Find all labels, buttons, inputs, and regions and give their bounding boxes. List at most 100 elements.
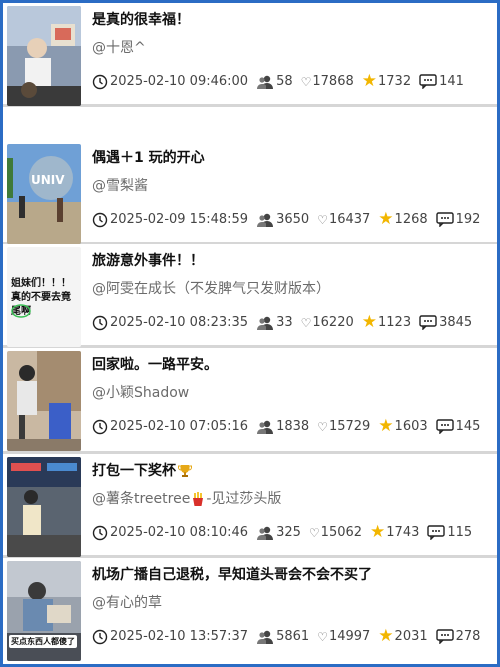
post-author[interactable]: @有心的草 bbox=[92, 592, 162, 612]
clock-icon bbox=[92, 419, 108, 434]
comment-icon bbox=[435, 212, 454, 227]
star-icon: ★ bbox=[378, 416, 394, 436]
post-title[interactable]: 旅游意外事件！！ bbox=[92, 250, 204, 270]
post-meta: 2025-02-10 08:23:35 33 ♡ 16220 ★ 1123 38… bbox=[92, 314, 480, 331]
post-author[interactable]: @阿雯在成长（不发脾气只发财版本） bbox=[92, 278, 330, 298]
post-time: 2025-02-10 08:10:46 bbox=[110, 525, 249, 540]
followers-count: 5861 bbox=[276, 629, 310, 644]
stars-count: 1743 bbox=[386, 525, 420, 540]
stars-group[interactable]: ★ 1268 bbox=[378, 211, 427, 228]
time-group: 2025-02-10 08:23:35 bbox=[92, 315, 248, 331]
comments-count: 3845 bbox=[439, 315, 473, 330]
comments-count: 145 bbox=[455, 419, 481, 434]
post-author[interactable]: @十恩^ bbox=[92, 37, 146, 57]
post-title[interactable]: 打包一下奖杯 bbox=[92, 460, 194, 480]
heart-icon: ♡ bbox=[300, 74, 312, 89]
comments-group[interactable]: 115 bbox=[427, 525, 472, 540]
post-meta: 2025-02-10 09:46:00 58 ♡ 17868 ★ 1732 14… bbox=[92, 73, 472, 90]
post-author[interactable]: @薯条treetree -见过莎头版 bbox=[92, 488, 281, 508]
likes-group[interactable]: ♡ 16220 bbox=[301, 315, 354, 330]
time-group: 2025-02-10 08:10:46 bbox=[92, 525, 248, 541]
post-thumbnail[interactable] bbox=[7, 6, 81, 106]
trophy-icon bbox=[178, 465, 192, 477]
followers-count: 1838 bbox=[276, 419, 310, 434]
stars-group[interactable]: ★ 1123 bbox=[362, 314, 411, 331]
post-title[interactable]: 偶遇＋1 玩的开心 bbox=[92, 147, 205, 167]
heart-icon: ♡ bbox=[317, 419, 328, 434]
clock-icon bbox=[92, 315, 108, 330]
post-title[interactable]: 回家啦。一路平安。 bbox=[92, 354, 218, 374]
list-item[interactable]: 回家啦。一路平安。 @小颖Shadow 2025-02-10 07:05:16 … bbox=[3, 348, 497, 454]
post-thumbnail[interactable]: 买点东西人都傻了 bbox=[7, 561, 81, 661]
comments-count: 115 bbox=[447, 525, 473, 540]
star-icon: ★ bbox=[378, 626, 394, 646]
post-thumbnail[interactable]: 姐妹们！！！真的不要去竟尾啊 bbox=[7, 247, 81, 347]
list-item[interactable]: 打包一下奖杯 @薯条treetree -见过莎头版 2025-02-10 08:1… bbox=[3, 454, 497, 558]
followers-group: 58 bbox=[256, 74, 293, 90]
post-meta: 2025-02-10 13:57:37 5861 ♡ 14997 ★ 2031 … bbox=[92, 628, 488, 645]
star-icon: ★ bbox=[361, 71, 377, 91]
likes-group[interactable]: ♡ 15729 bbox=[317, 419, 370, 434]
star-icon: ★ bbox=[370, 522, 386, 542]
clock-icon bbox=[92, 629, 108, 644]
followers-group: 33 bbox=[256, 315, 293, 331]
post-author[interactable]: @小颖Shadow bbox=[92, 382, 189, 402]
thumbnail-image bbox=[7, 351, 81, 451]
post-thumbnail[interactable] bbox=[7, 457, 81, 557]
post-title[interactable]: 是真的很幸福！ bbox=[92, 9, 190, 29]
likes-count: 17868 bbox=[312, 74, 354, 89]
stars-count: 1732 bbox=[378, 74, 412, 89]
stars-count: 1123 bbox=[378, 315, 412, 330]
post-meta: 2025-02-09 15:48:59 3650 ♡ 16437 ★ 1268 … bbox=[92, 211, 488, 228]
likes-group[interactable]: ♡ 16437 bbox=[317, 212, 370, 227]
stars-count: 1603 bbox=[394, 419, 428, 434]
likes-group[interactable]: ♡ 14997 bbox=[317, 629, 370, 644]
stars-group[interactable]: ★ 1603 bbox=[378, 418, 427, 435]
post-list: 是真的很幸福！ @十恩^ 2025-02-10 09:46:00 58 ♡ 17… bbox=[3, 3, 497, 664]
likes-count: 16220 bbox=[312, 315, 354, 330]
time-group: 2025-02-10 13:57:37 bbox=[92, 629, 248, 645]
comments-group[interactable]: 141 bbox=[419, 74, 464, 89]
clock-icon bbox=[92, 212, 108, 227]
followers-group: 1838 bbox=[256, 419, 309, 435]
time-group: 2025-02-09 15:48:59 bbox=[92, 212, 248, 228]
followers-count: 58 bbox=[276, 74, 293, 89]
post-thumbnail[interactable]: UNIV bbox=[7, 144, 81, 244]
heart-icon: ♡ bbox=[300, 315, 312, 330]
comment-icon bbox=[435, 629, 454, 644]
post-author[interactable]: @雪梨酱 bbox=[92, 175, 148, 195]
likes-count: 14997 bbox=[328, 629, 371, 644]
list-item[interactable]: 姐妹们！！！真的不要去竟尾啊 旅游意外事件！！ @阿雯在成长（不发脾气只发财版本… bbox=[3, 244, 497, 348]
heart-icon: ♡ bbox=[317, 629, 328, 644]
stars-group[interactable]: ★ 2031 bbox=[378, 628, 427, 645]
thumbnail-caption: 买点东西人都傻了 bbox=[9, 635, 77, 648]
list-item[interactable]: UNIV 偶遇＋1 玩的开心 @雪梨酱 2025-02-09 15:48:59 … bbox=[3, 141, 497, 245]
people-icon bbox=[257, 75, 274, 89]
clock-icon bbox=[92, 74, 108, 89]
likes-group[interactable]: ♡ 15062 bbox=[309, 525, 362, 540]
likes-count: 16437 bbox=[328, 212, 371, 227]
post-time: 2025-02-09 15:48:59 bbox=[110, 212, 249, 227]
post-meta: 2025-02-10 08:10:46 325 ♡ 15062 ★ 1743 1… bbox=[92, 524, 480, 541]
followers-count: 33 bbox=[276, 315, 293, 330]
comments-group[interactable]: 3845 bbox=[419, 315, 472, 330]
comments-group[interactable]: 192 bbox=[435, 212, 480, 227]
svg-text:UNIV: UNIV bbox=[31, 173, 65, 187]
post-title[interactable]: 机场广播自己退税，早知道头哥会不会不买了 bbox=[92, 564, 372, 584]
stars-group[interactable]: ★ 1743 bbox=[370, 524, 419, 541]
list-item[interactable]: 是真的很幸福！ @十恩^ 2025-02-10 09:46:00 58 ♡ 17… bbox=[3, 3, 497, 107]
likes-group[interactable]: ♡ 17868 bbox=[301, 74, 354, 89]
comments-group[interactable]: 145 bbox=[435, 419, 481, 434]
post-thumbnail[interactable] bbox=[7, 351, 81, 451]
thumbnail-decoration bbox=[11, 304, 31, 318]
time-group: 2025-02-10 09:46:00 bbox=[92, 74, 248, 90]
people-icon bbox=[257, 420, 274, 434]
stars-group[interactable]: ★ 1732 bbox=[362, 73, 411, 90]
comments-group[interactable]: 278 bbox=[435, 629, 481, 644]
followers-count: 3650 bbox=[276, 212, 310, 227]
likes-count: 15062 bbox=[320, 525, 363, 540]
list-item[interactable]: 买点东西人都傻了 机场广播自己退税，早知道头哥会不会不买了 @有心的草 2025… bbox=[3, 558, 497, 664]
app-frame: 是真的很幸福！ @十恩^ 2025-02-10 09:46:00 58 ♡ 17… bbox=[0, 0, 500, 667]
comments-count: 278 bbox=[455, 629, 481, 644]
post-time: 2025-02-10 08:23:35 bbox=[110, 315, 249, 330]
